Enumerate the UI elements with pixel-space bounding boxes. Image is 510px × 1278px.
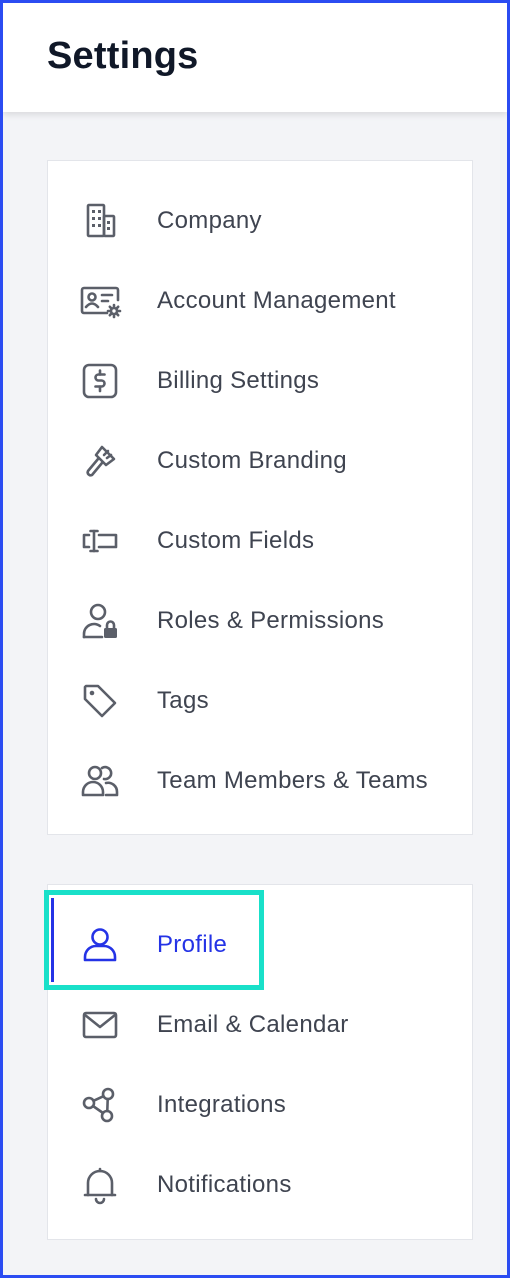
page-header: Settings: [3, 3, 507, 112]
menu-item-profile[interactable]: Profile: [48, 905, 472, 985]
menu-item-team-members-teams[interactable]: Team Members & Teams: [48, 741, 472, 821]
menu-item-label: Custom Fields: [157, 527, 315, 554]
menu-item-custom-fields[interactable]: Custom Fields: [48, 501, 472, 581]
menu-item-integrations[interactable]: Integrations: [48, 1065, 472, 1145]
menu-item-account-management[interactable]: Account Management: [48, 261, 472, 341]
menu-item-label: Billing Settings: [157, 367, 320, 394]
text-field-icon: [78, 521, 122, 561]
menu-item-company[interactable]: Company: [48, 181, 472, 261]
page-title: Settings: [47, 35, 199, 77]
paintbrush-icon: [78, 441, 122, 481]
menu-item-custom-branding[interactable]: Custom Branding: [48, 421, 472, 501]
menu-item-roles-permissions[interactable]: Roles & Permissions: [48, 581, 472, 661]
settings-group-organization: Company Account Management Billing Setti…: [47, 160, 473, 835]
menu-item-label: Profile: [157, 931, 228, 958]
menu-item-label: Account Management: [157, 287, 396, 314]
menu-item-label: Integrations: [157, 1091, 287, 1118]
menu-item-label: Roles & Permissions: [157, 607, 385, 634]
menu-item-email-calendar[interactable]: Email & Calendar: [48, 985, 472, 1065]
menu-item-label: Custom Branding: [157, 447, 347, 474]
users-icon: [78, 761, 122, 801]
menu-item-label: Team Members & Teams: [157, 767, 428, 794]
envelope-icon: [78, 1005, 122, 1045]
bell-icon: [78, 1165, 122, 1205]
menu-item-label: Notifications: [157, 1171, 292, 1198]
settings-panel: Settings Company Account Management Bill…: [0, 0, 510, 1278]
building-icon: [78, 201, 122, 241]
menu-item-billing-settings[interactable]: Billing Settings: [48, 341, 472, 421]
tag-icon: [78, 681, 122, 721]
dollar-box-icon: [78, 361, 122, 401]
share-nodes-icon: [78, 1085, 122, 1125]
menu-item-label: Company: [157, 207, 262, 234]
menu-item-label: Email & Calendar: [157, 1011, 349, 1038]
user-icon: [78, 925, 122, 965]
menu-item-notifications[interactable]: Notifications: [48, 1145, 472, 1225]
id-card-gear-icon: [78, 281, 122, 321]
menu-item-tags[interactable]: Tags: [48, 661, 472, 741]
settings-group-personal: Profile Email & Calendar Integrations No…: [47, 884, 473, 1240]
menu-item-label: Tags: [157, 687, 209, 714]
user-lock-icon: [78, 601, 122, 641]
